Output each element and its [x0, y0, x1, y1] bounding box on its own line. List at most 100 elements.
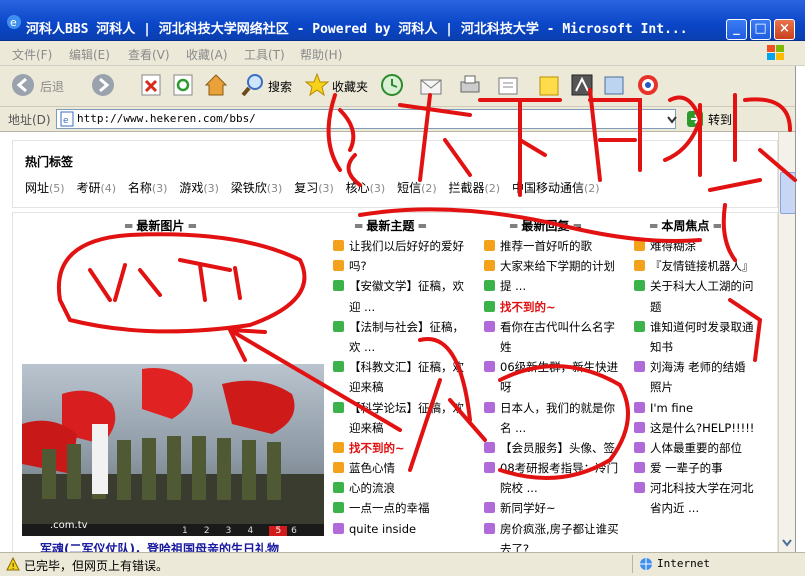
- history-icon[interactable]: [380, 72, 404, 100]
- list-item[interactable]: 河北科技大学在河北: [634, 478, 764, 498]
- tag-link[interactable]: 考研(4): [76, 181, 116, 195]
- search-button[interactable]: 搜索: [268, 78, 292, 95]
- list-item[interactable]: 08考研报考指导：冷门: [484, 458, 626, 478]
- list-item[interactable]: 『友情链接机器人』: [634, 256, 764, 276]
- list-item[interactable]: 一点一点的幸福: [333, 498, 473, 518]
- slide-page-3[interactable]: 3: [226, 526, 244, 536]
- list-item[interactable]: 房价疯涨,房子都让谁买: [484, 519, 626, 539]
- research-icon[interactable]: [602, 72, 626, 100]
- list-item[interactable]: 吗?: [333, 256, 473, 276]
- list-item[interactable]: I'm fine: [634, 398, 764, 418]
- list-item[interactable]: 迎 ...: [333, 297, 473, 317]
- back-icon[interactable]: [10, 72, 36, 100]
- home-icon[interactable]: [204, 72, 228, 100]
- list-item[interactable]: 省内近 ...: [634, 498, 764, 518]
- tag-link[interactable]: 短信(2): [397, 181, 437, 195]
- go-arrow-icon[interactable]: [686, 110, 704, 128]
- menu-edit[interactable]: 编辑(E): [69, 46, 110, 63]
- edit-icon[interactable]: [496, 72, 520, 100]
- favorites-button[interactable]: 收藏夹: [332, 78, 368, 95]
- messenger-icon[interactable]: [570, 72, 594, 100]
- mail-icon[interactable]: [418, 72, 444, 100]
- chevron-down-icon[interactable]: [665, 111, 679, 127]
- tag-link[interactable]: 复习(3): [294, 181, 334, 195]
- list-item[interactable]: 新同学好~: [484, 498, 626, 518]
- menu-favorites[interactable]: 收藏(A): [186, 46, 228, 63]
- tag-link[interactable]: 拦截器(2): [449, 181, 501, 195]
- slideshow-photo[interactable]: .com.tv 1 2 3 4 5 6: [22, 364, 324, 536]
- list-item[interactable]: 推荐一首好听的歌: [484, 236, 626, 256]
- forward-icon[interactable]: [90, 72, 116, 100]
- stop-icon[interactable]: [140, 72, 162, 100]
- tag-link[interactable]: 名称(3): [128, 181, 168, 195]
- menu-view[interactable]: 查看(V): [128, 46, 170, 63]
- tag-link[interactable]: 游戏(3): [179, 181, 219, 195]
- target-icon[interactable]: [636, 72, 660, 100]
- menu-file[interactable]: 文件(F): [12, 46, 52, 63]
- print-icon[interactable]: [458, 72, 482, 100]
- scroll-down-arrow-icon[interactable]: [781, 536, 793, 548]
- list-item[interactable]: 去了?: [484, 539, 626, 552]
- list-item[interactable]: 【安徽文学】征稿，欢: [333, 276, 473, 296]
- list-item[interactable]: 爱 一辈子的事: [634, 458, 764, 478]
- list-item[interactable]: 找不到的~: [484, 297, 626, 317]
- slide-page-6[interactable]: 6: [291, 526, 309, 536]
- list-item[interactable]: 【科教文汇】征稿，欢: [333, 357, 473, 377]
- list-item[interactable]: 蓝色心情: [333, 458, 473, 478]
- address-input[interactable]: e http://www.hekeren.com/bbs/: [56, 109, 676, 129]
- list-item[interactable]: 呀: [484, 377, 626, 397]
- slide-page-1[interactable]: 1: [182, 526, 200, 536]
- menu-tools[interactable]: 工具(T): [244, 46, 285, 63]
- list-item[interactable]: 找不到的~: [333, 438, 473, 458]
- slide-page-4[interactable]: 4: [247, 526, 265, 536]
- list-item[interactable]: 知书: [634, 337, 764, 357]
- list-item[interactable]: 关于科大人工湖的问: [634, 276, 764, 296]
- vertical-scrollbar[interactable]: [778, 132, 796, 552]
- list-item[interactable]: 【法制与社会】征稿，: [333, 317, 473, 337]
- back-button[interactable]: 后退: [40, 78, 64, 95]
- rank-badge-icon: [333, 280, 344, 292]
- list-item[interactable]: 题: [634, 297, 764, 317]
- list-item[interactable]: 让我们以后好好的爱好: [333, 236, 473, 256]
- list-item[interactable]: 06级新生群，新生快进: [484, 357, 626, 377]
- list-item[interactable]: 【会员服务】头像、签: [484, 438, 626, 458]
- slide-page-2[interactable]: 2: [204, 526, 222, 536]
- list-item[interactable]: 大家来给下学期的计划: [484, 256, 626, 276]
- list-item[interactable]: 提 ...: [484, 276, 626, 296]
- refresh-icon[interactable]: [172, 72, 194, 100]
- list-item[interactable]: 这是什么?HELP!!!!!: [634, 418, 764, 438]
- list-item-text: I'm fine: [650, 400, 694, 415]
- close-button[interactable]: ×: [774, 19, 795, 40]
- tag-link[interactable]: 网址(5): [25, 181, 65, 195]
- search-icon[interactable]: [240, 72, 266, 100]
- list-item[interactable]: 名 ...: [484, 418, 626, 438]
- maximize-button[interactable]: □: [750, 19, 771, 40]
- list-item[interactable]: 看你在古代叫什么名字: [484, 317, 626, 337]
- discuss-icon[interactable]: [538, 72, 560, 100]
- list-item[interactable]: 谁知道何时发录取通: [634, 317, 764, 337]
- title-bar[interactable]: e 河科人BBS 河科人 | 河北科技大学网络社区 - Powered by 河…: [0, 0, 805, 41]
- list-item[interactable]: 照片: [634, 377, 764, 397]
- list-item[interactable]: 人体最重要的部位: [634, 438, 764, 458]
- go-button[interactable]: 转到: [708, 111, 732, 128]
- list-item[interactable]: 刘海涛 老师的结婚: [634, 357, 764, 377]
- list-item[interactable]: 欢 ...: [333, 337, 473, 357]
- list-item[interactable]: 日本人，我们的就是你: [484, 398, 626, 418]
- list-item[interactable]: 姓: [484, 337, 626, 357]
- favorites-star-icon[interactable]: [304, 72, 330, 100]
- list-item[interactable]: 【科学论坛】征稿，欢: [333, 398, 473, 418]
- menu-help[interactable]: 帮助(H): [300, 46, 342, 63]
- list-item[interactable]: quite inside: [333, 519, 473, 539]
- minimize-button[interactable]: _: [726, 19, 747, 40]
- list-item[interactable]: 迎来稿: [333, 377, 473, 397]
- list-item[interactable]: 迎来稿: [333, 418, 473, 438]
- tag-link[interactable]: 梁铁欣(3): [231, 181, 283, 195]
- list-item[interactable]: 难得糊涂: [634, 236, 764, 256]
- scrollbar-thumb[interactable]: [780, 172, 796, 214]
- list-item[interactable]: 心的流浪: [333, 478, 473, 498]
- tag-link[interactable]: 中国移动通信(2): [512, 181, 600, 195]
- tag-link[interactable]: 核心(3): [346, 181, 386, 195]
- slide-page-5[interactable]: 5: [269, 526, 288, 536]
- list-item[interactable]: 院校 ...: [484, 478, 626, 498]
- warning-icon[interactable]: !: [6, 557, 20, 571]
